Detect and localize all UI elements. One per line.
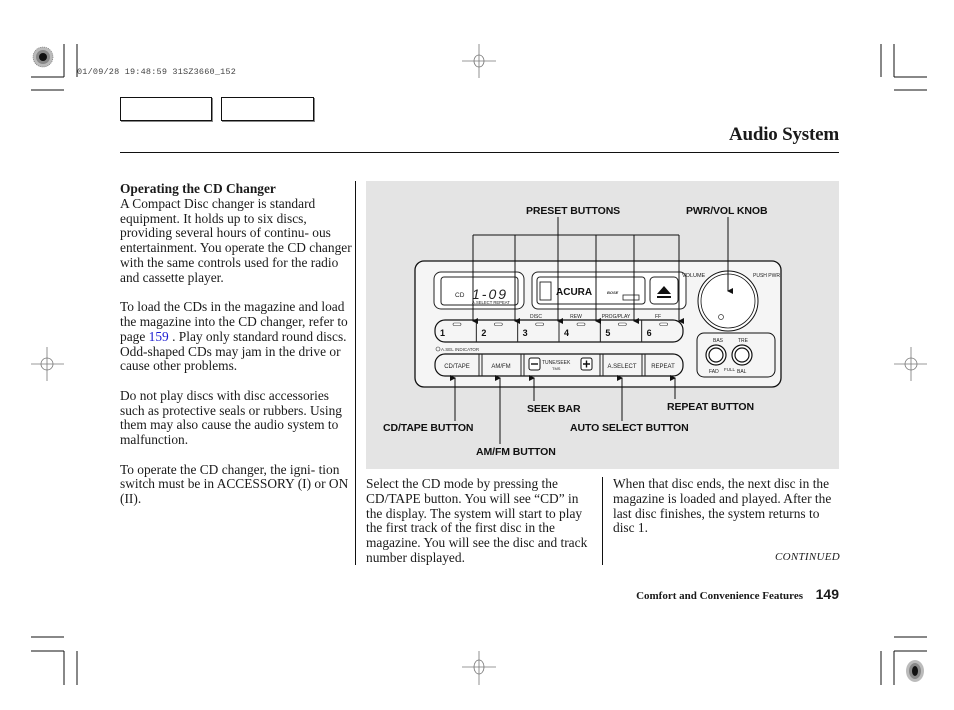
- preset-indicator: [576, 322, 586, 326]
- preset-5-label: PROG/PLAY: [602, 314, 631, 320]
- tape-door-icon: [539, 281, 552, 301]
- preset-indicator: [494, 322, 503, 326]
- preset-indicator: [659, 322, 668, 326]
- preset-indicator: [618, 322, 627, 326]
- am-fm-button[interactable]: AM/FM: [491, 364, 510, 370]
- tms-label: TMS: [552, 366, 561, 371]
- right-column: When that disc ends, the next disc in th…: [613, 476, 843, 551]
- display-sub-text: A.SELECT REPEAT: [472, 300, 510, 305]
- bas-label: BAS: [713, 338, 724, 344]
- bal-label: BAL: [737, 369, 747, 375]
- page-159-link[interactable]: 159: [149, 329, 169, 344]
- load-paragraph: To load the CDs in the magazine and load…: [120, 299, 355, 374]
- nav-tab-box-right[interactable]: [221, 97, 314, 121]
- preset-6-label: FF: [655, 314, 661, 320]
- tre-label: TRE: [738, 338, 749, 344]
- header-rule: [120, 152, 839, 153]
- preset-button-5[interactable]: 5: [605, 328, 610, 338]
- fad-label: FAD: [709, 369, 719, 375]
- a-select-button[interactable]: A.SELECT: [607, 364, 636, 370]
- preset-3-label: DISC: [530, 314, 542, 320]
- cd-tape-button[interactable]: CD/TAPE: [444, 364, 470, 370]
- preset-button-2[interactable]: 2: [481, 328, 486, 338]
- preset-button-6[interactable]: 6: [647, 328, 652, 338]
- push-pwr-label: PUSH PWR: [753, 273, 780, 279]
- registration-target-icon: [906, 660, 924, 682]
- preset-button-4[interactable]: 4: [564, 328, 569, 338]
- middle-column: Select the CD mode by pressing the CD/TA…: [366, 476, 596, 580]
- select-cd-paragraph: Select the CD mode by pressing the CD/TA…: [366, 476, 588, 565]
- section-heading: Operating the CD Changer: [120, 181, 276, 196]
- auto-select-indicator: A.SEL INDICATOR: [441, 347, 480, 352]
- registration-target-icon: [32, 46, 54, 68]
- page-title: Audio System: [728, 124, 839, 145]
- intro-text: A Compact Disc changer is standard equip…: [120, 195, 352, 285]
- full-label: FULL: [724, 367, 736, 372]
- preset-button-3[interactable]: 3: [523, 328, 528, 338]
- audio-unit-figure: CD 1-09 A.SELECT REPEAT ACURA BOSE DISC …: [366, 181, 839, 469]
- callout-seek-bar: SEEK BAR: [527, 403, 581, 415]
- print-timestamp: 01/09/28 19:48:59 31SZ3660_152: [77, 67, 237, 77]
- crosshair-icon: [31, 347, 64, 381]
- continued-label: CONTINUED: [774, 551, 840, 563]
- repeat-button[interactable]: REPEAT: [651, 364, 675, 370]
- callout-pwr-vol-knob: PWR/VOL KNOB: [686, 205, 768, 217]
- left-column: Operating the CD Changer A Compact Disc …: [120, 181, 355, 522]
- intro-paragraph: Operating the CD Changer A Compact Disc …: [120, 181, 355, 286]
- callout-cd-tape-button: CD/TAPE BUTTON: [383, 422, 474, 434]
- display-mode-text: CD: [455, 292, 465, 299]
- brand-logo: ACURA: [556, 287, 592, 298]
- callout-auto-select-button: AUTO SELECT BUTTON: [570, 422, 689, 434]
- preset-button-1[interactable]: 1: [440, 328, 445, 338]
- nav-tab-box-left[interactable]: [120, 97, 212, 121]
- crosshair-icon: [462, 651, 496, 685]
- column-divider-right: [602, 477, 603, 565]
- crosshair-icon: [894, 347, 927, 381]
- callout-preset-buttons: PRESET BUTTONS: [526, 205, 621, 217]
- callout-repeat-button: REPEAT BUTTON: [667, 401, 754, 413]
- footer-section-title: Comfort and Convenience Features: [636, 590, 803, 602]
- preset-indicator: [535, 322, 544, 326]
- column-divider-left: [355, 181, 356, 565]
- crosshair-icon: [462, 44, 496, 78]
- sub-brand-logo: BOSE: [607, 290, 619, 295]
- volume-label: VOLUME: [682, 273, 706, 279]
- next-disc-paragraph: When that disc ends, the next disc in th…: [613, 476, 832, 536]
- preset-4-label: REW: [570, 314, 582, 320]
- ignition-paragraph: To operate the CD changer, the igni- tio…: [120, 461, 349, 507]
- accessories-paragraph: Do not play discs with disc accessories …: [120, 387, 343, 448]
- callout-am-fm-button: AM/FM BUTTON: [476, 446, 556, 458]
- page-number: 149: [815, 586, 839, 602]
- preset-indicator: [452, 322, 462, 326]
